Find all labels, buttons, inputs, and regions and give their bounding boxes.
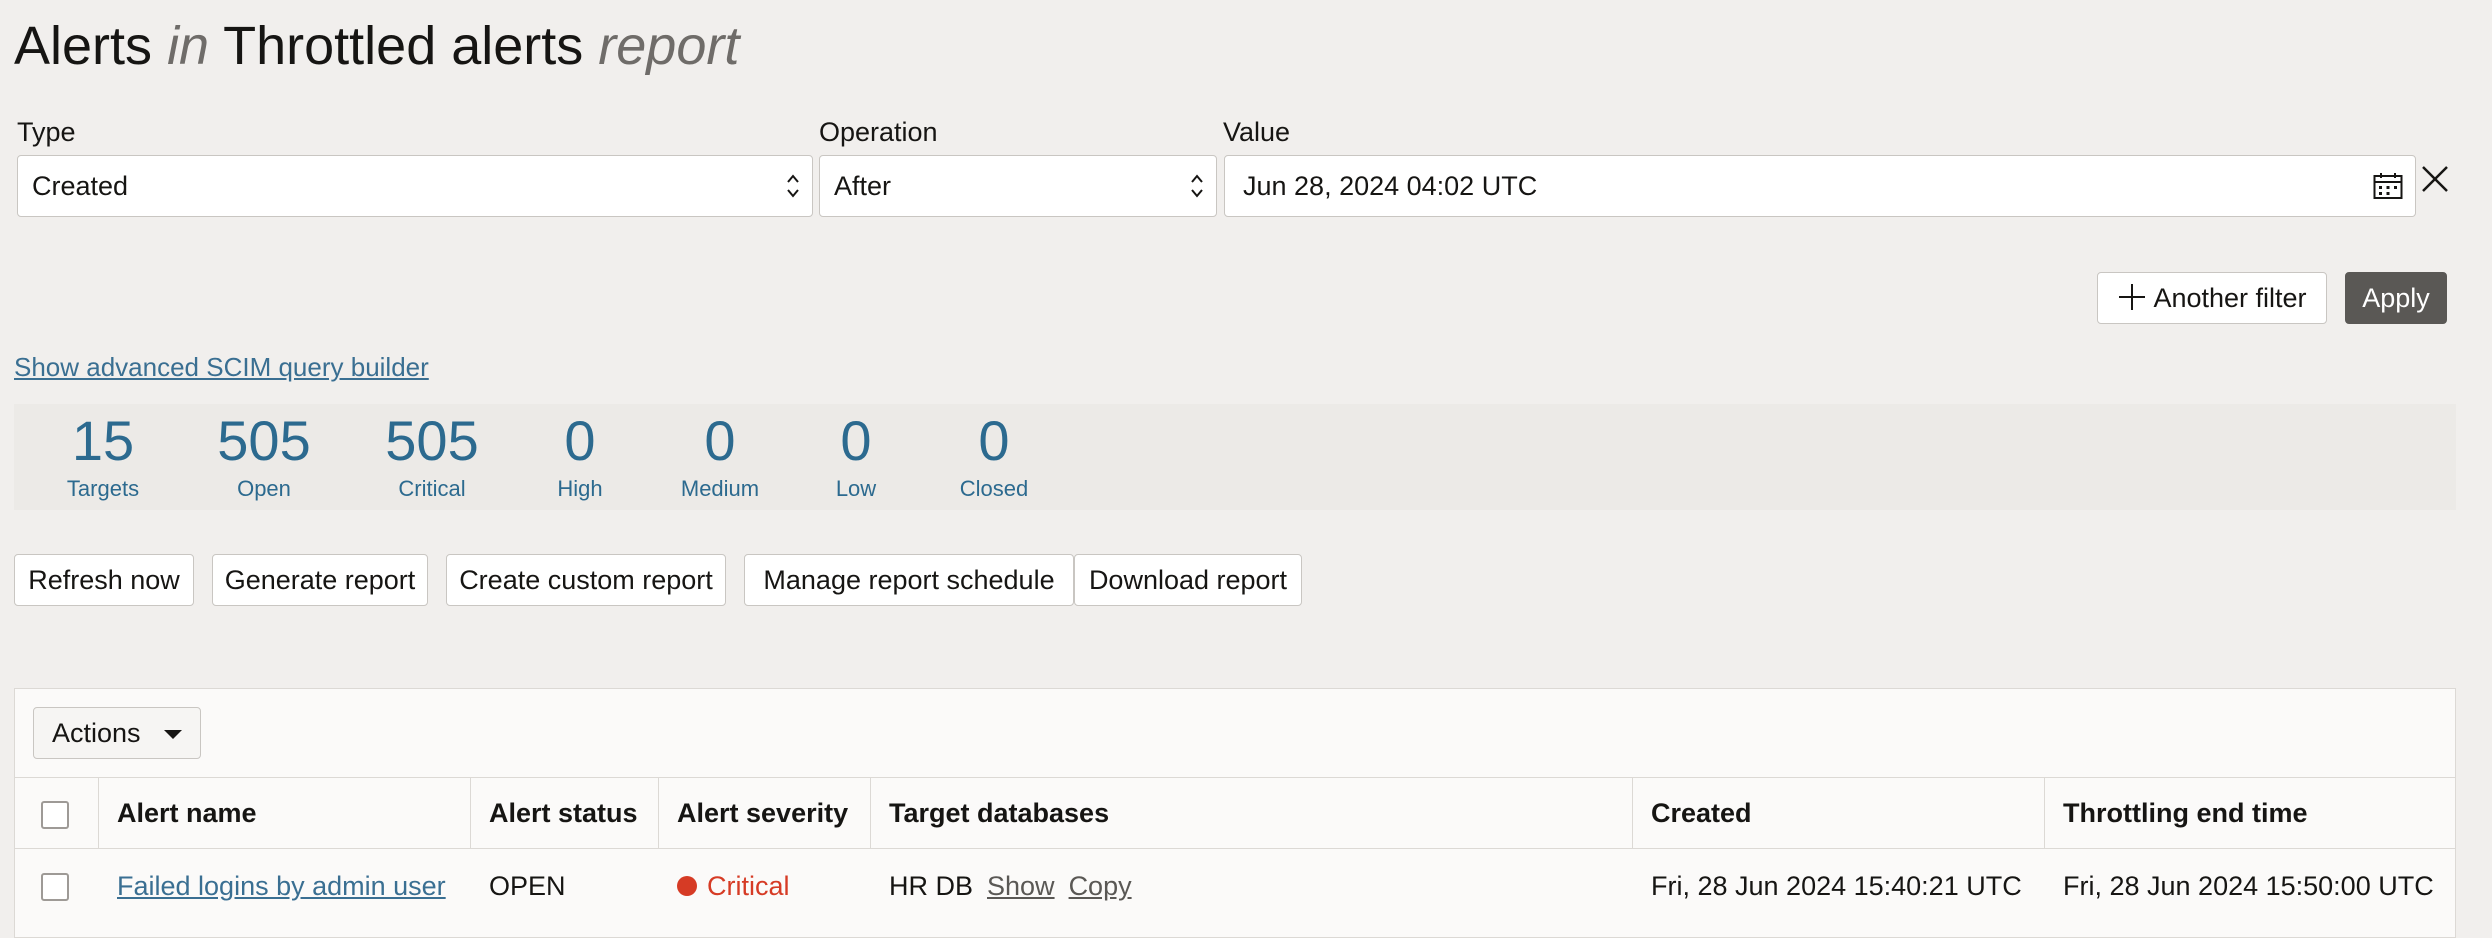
stat-value: 0 — [564, 409, 596, 472]
operation-label: Operation — [819, 117, 938, 147]
alert-name-link[interactable]: Failed logins by admin user — [117, 871, 446, 901]
stat-label: Closed — [959, 476, 1029, 501]
row-checkbox[interactable] — [41, 873, 69, 901]
type-select-value: Created — [32, 171, 129, 201]
type-label: Type — [17, 117, 76, 147]
stat-medium[interactable]: 0 Medium — [660, 404, 780, 500]
stat-value: 15 — [71, 409, 135, 472]
value-label: Value — [1223, 117, 1291, 147]
stat-high[interactable]: 0 High — [530, 404, 630, 500]
stat-value: 0 — [704, 409, 736, 472]
stat-value: 0 — [840, 409, 872, 472]
cell-alert-name: Failed logins by admin user — [99, 849, 471, 923]
create-custom-report-button[interactable]: Create custom report — [446, 554, 726, 606]
stat-open[interactable]: 505 Open — [202, 404, 326, 500]
target-db-name: HR DB — [889, 871, 974, 901]
operation-select-value: After — [834, 171, 892, 201]
apply-button[interactable]: Apply — [2345, 272, 2447, 324]
stat-label: Targets — [66, 476, 140, 501]
stat-label: Critical — [398, 476, 466, 501]
table-header: Alert name Alert status Alert severity T… — [15, 777, 2455, 849]
generate-report-button[interactable]: Generate report — [212, 554, 428, 606]
stat-value: 505 — [217, 409, 311, 472]
cell-target-databases: HR DB Show Copy — [871, 849, 1633, 923]
actions-label: Actions — [52, 718, 141, 748]
select-spinner-icon — [1191, 174, 1203, 198]
stat-label: Medium — [680, 476, 760, 501]
row-select-cell — [15, 849, 99, 923]
show-link[interactable]: Show — [987, 871, 1055, 901]
apply-label: Apply — [2362, 283, 2430, 313]
critical-dot-icon — [677, 875, 697, 896]
select-all-cell — [15, 778, 99, 848]
stat-label: High — [557, 476, 603, 501]
cell-alert-severity: Critical — [659, 849, 871, 923]
stat-label: Low — [835, 476, 877, 501]
table-row: Failed logins by admin user OPEN Critica… — [15, 849, 2455, 923]
cell-throttling-end-time: Fri, 28 Jun 2024 15:50:00 UTC — [2063, 871, 2434, 901]
title-report-name: Throttled alerts — [223, 16, 584, 76]
stat-value: 0 — [978, 409, 1010, 472]
another-filter-label: Another filter — [2153, 283, 2307, 313]
manage-report-schedule-button[interactable]: Manage report schedule — [744, 554, 1074, 606]
cell-created: Fri, 28 Jun 2024 15:40:21 UTC — [1651, 871, 2022, 901]
calendar-icon[interactable] — [2373, 172, 2403, 200]
column-alert-severity[interactable]: Alert severity — [659, 778, 871, 848]
column-target-databases[interactable]: Target databases — [871, 778, 1633, 848]
select-spinner-icon — [787, 174, 799, 198]
column-throttling-end-time[interactable]: Throttling end time — [2045, 778, 2455, 848]
alerts-table: Actions Alert name Alert status Alert se… — [14, 688, 2456, 938]
page-title: Alerts in Throttled alerts report — [14, 14, 739, 78]
title-alerts: Alerts — [14, 16, 153, 76]
stat-label: Open — [237, 476, 291, 501]
select-all-checkbox[interactable] — [41, 801, 69, 829]
download-report-button[interactable]: Download report — [1074, 554, 1302, 606]
value-date-text: Jun 28, 2024 04:02 UTC — [1243, 171, 1538, 201]
type-select[interactable]: Created — [17, 155, 813, 217]
stat-closed[interactable]: 0 Closed — [934, 404, 1054, 500]
refresh-now-button[interactable]: Refresh now — [14, 554, 194, 606]
operation-select[interactable]: After — [819, 155, 1217, 217]
value-date-input[interactable]: Jun 28, 2024 04:02 UTC — [1224, 155, 2416, 217]
stat-low[interactable]: 0 Low — [806, 404, 906, 500]
severity-text: Critical — [707, 871, 790, 901]
stat-targets[interactable]: 15 Targets — [50, 404, 156, 500]
title-in: in — [167, 16, 210, 76]
cell-alert-status: OPEN — [489, 871, 566, 901]
column-alert-name[interactable]: Alert name — [99, 778, 471, 848]
another-filter-button[interactable]: Another filter — [2097, 272, 2327, 324]
plus-icon — [2119, 284, 2146, 311]
actions-menu-button[interactable]: Actions — [33, 707, 201, 759]
title-report: report — [598, 16, 740, 76]
stat-value: 505 — [385, 409, 479, 472]
copy-link[interactable]: Copy — [1069, 871, 1132, 901]
column-alert-status[interactable]: Alert status — [471, 778, 659, 848]
stats-bar: 15 Targets 505 Open 505 Critical 0 High … — [14, 404, 2456, 510]
column-created[interactable]: Created — [1633, 778, 2045, 848]
caret-down-icon — [164, 730, 182, 739]
advanced-scim-link[interactable]: Show advanced SCIM query builder — [14, 352, 429, 383]
close-icon[interactable] — [2420, 164, 2450, 194]
stat-critical[interactable]: 505 Critical — [370, 404, 494, 500]
